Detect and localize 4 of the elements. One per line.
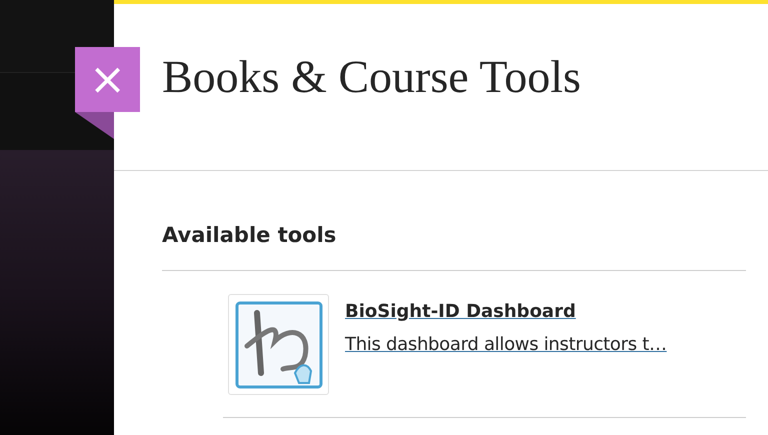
tool-description-link[interactable]: This dashboard allows instructors t… xyxy=(345,331,667,358)
tool-link[interactable]: BioSight-ID Dashboard xyxy=(345,298,576,326)
ribbon-fold xyxy=(75,112,114,139)
section-heading: Available tools xyxy=(162,223,338,248)
